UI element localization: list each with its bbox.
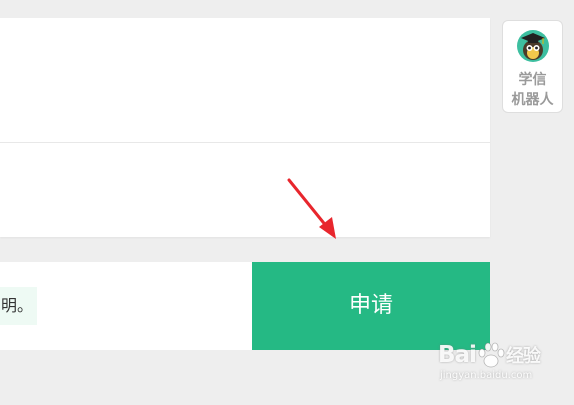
apply-button[interactable]: 申请 xyxy=(252,262,490,350)
notice-label: 明。 xyxy=(0,296,33,315)
paw-icon xyxy=(478,342,505,368)
robot-assistant-widget[interactable]: 学信 机器人 xyxy=(502,20,563,113)
baidu-jingyan-watermark: Bai 经验 jingyan.baidu.com xyxy=(438,342,558,392)
graduate-owl-icon xyxy=(517,30,549,62)
robot-label-line2: 机器人 xyxy=(511,92,554,108)
watermark-brand-text: Bai xyxy=(438,342,477,368)
watermark-brand-suffix: 经验 xyxy=(505,346,541,367)
notice-text: 明。 xyxy=(0,287,37,325)
watermark-url: jingyan.baidu.com xyxy=(440,370,533,381)
robot-label-line1: 学信 xyxy=(518,72,547,88)
red-arrow-icon xyxy=(287,178,336,239)
form-card xyxy=(0,18,490,237)
card-divider xyxy=(0,142,490,143)
